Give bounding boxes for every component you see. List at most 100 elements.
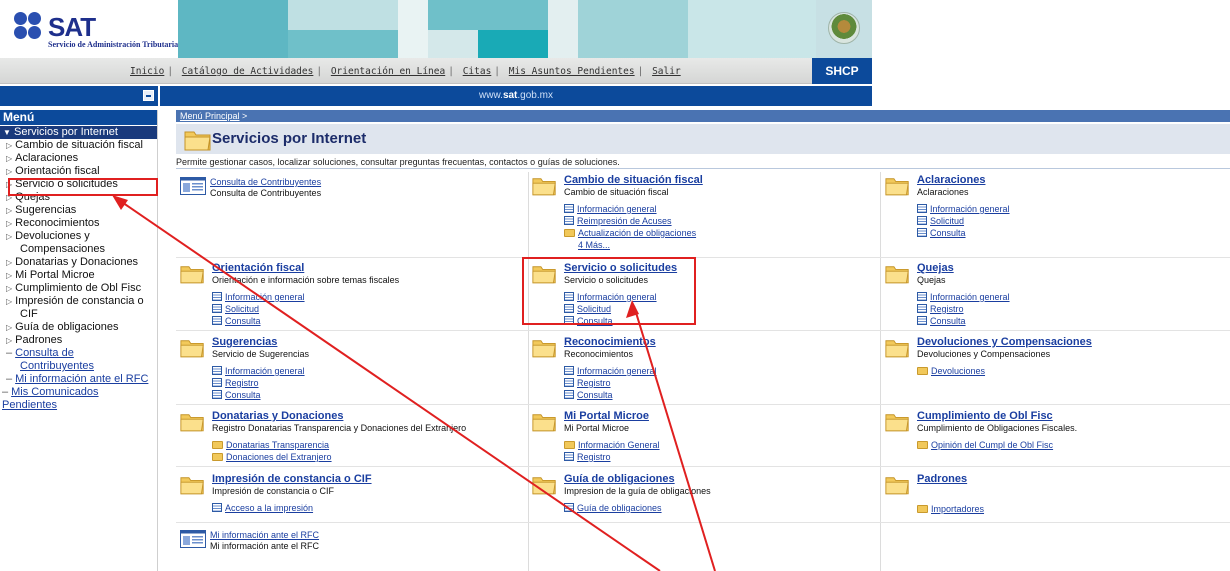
breadcrumb-menu-principal[interactable]: Menú Principal (180, 111, 240, 121)
nav-orientacion[interactable]: Orientación en Línea (331, 66, 445, 77)
sidebar-item-aclaraciones[interactable]: ▷ Aclaraciones (0, 152, 157, 165)
sidebar-link-consulta[interactable]: – Consulta de Contribuyentes (0, 347, 157, 373)
service-link[interactable]: Registro (564, 451, 874, 463)
service-link[interactable]: Registro (212, 377, 522, 389)
service-link[interactable]: Registro (917, 303, 1227, 315)
sidebar-item-orientacion[interactable]: ▷ Orientación fiscal (0, 165, 157, 178)
service-link[interactable]: Consulta (212, 389, 522, 401)
service-title-link[interactable]: Aclaraciones (917, 174, 1227, 186)
sidebar-item-microe[interactable]: ▷ Mi Portal Microe (0, 269, 157, 282)
service-link-label[interactable]: Solicitud (225, 304, 259, 314)
service-link-label[interactable]: Guía de obligaciones (577, 503, 662, 513)
service-title-link[interactable]: Impresión de constancia o CIF (212, 473, 522, 485)
sidebar-item-cambio[interactable]: ▷ Cambio de situación fiscal (0, 139, 157, 152)
service-title-link[interactable]: Sugerencias (212, 336, 522, 348)
service-link-label[interactable]: Información general (225, 366, 305, 376)
service-link[interactable]: Consulta (212, 315, 522, 327)
service-link-label[interactable]: Registro (930, 304, 964, 314)
service-link-label[interactable]: Importadores (931, 504, 984, 514)
service-title-link[interactable]: Cambio de situación fiscal (564, 174, 874, 186)
service-link[interactable]: Información General (564, 439, 874, 451)
service-link-label[interactable]: Información General (578, 440, 660, 450)
service-title-link[interactable]: Mi Portal Microe (564, 410, 874, 422)
service-link-label[interactable]: Solicitud (930, 216, 964, 226)
sidebar-item-padrones[interactable]: ▷ Padrones (0, 334, 157, 347)
sidebar-item-impresion[interactable]: ▷ Impresión de constancia o CIF (0, 295, 157, 321)
sidebar-item-sugerencias[interactable]: ▷ Sugerencias (0, 204, 157, 217)
service-link-label[interactable]: Donatarias Transparencia (226, 440, 329, 450)
service-title-link[interactable]: Donatarias y Donaciones (212, 410, 522, 422)
folder-icon (917, 441, 928, 449)
service-link-label[interactable]: Consulta (577, 390, 613, 400)
service-link[interactable]: Información general (917, 291, 1227, 303)
nav-catalogo[interactable]: Catálogo de Actividades (182, 66, 314, 77)
service-description: Mi Portal Microe (564, 423, 630, 433)
service-link[interactable]: Consulta (917, 315, 1227, 327)
more-link[interactable]: 4 Más... (564, 239, 874, 251)
service-link-label[interactable]: Registro (577, 452, 611, 462)
service-link-label[interactable]: Devoluciones (931, 366, 985, 376)
service-link-label[interactable]: Opinión del Cumpl de Obl Fisc (931, 440, 1053, 450)
service-link[interactable]: Donaciones del Extranjero (212, 451, 522, 463)
service-title-link[interactable]: Consulta de Contribuyentes (210, 177, 520, 187)
sidebar-link-comunicados[interactable]: – Mis Comunicados Pendientes (0, 386, 157, 412)
service-link[interactable]: Acceso a la impresión (212, 502, 522, 514)
shcp-badge[interactable]: SHCP (812, 58, 872, 84)
service-title-link[interactable]: Orientación fiscal (212, 262, 522, 274)
service-link-label[interactable]: Información general (930, 292, 1010, 302)
service-link[interactable]: Opinión del Cumpl de Obl Fisc (917, 439, 1227, 451)
service-link[interactable]: Consulta (917, 227, 1227, 239)
service-title-link[interactable]: Quejas (917, 262, 1227, 274)
sidebar-item-reconocimientos[interactable]: ▷ Reconocimientos (0, 217, 157, 230)
service-link-label[interactable]: Consulta (930, 228, 966, 238)
sidebar-item-devoluciones[interactable]: ▷ Devoluciones y Compensaciones (0, 230, 157, 256)
service-link-label[interactable]: Actualización de obligaciones (578, 228, 696, 238)
collapse-icon[interactable] (143, 90, 154, 101)
service-link-label[interactable]: Consulta (225, 316, 261, 326)
service-link[interactable]: Solicitud (212, 303, 522, 315)
service-link[interactable]: Información general (212, 291, 522, 303)
service-link[interactable]: Donatarias Transparencia (212, 439, 522, 451)
service-link-label[interactable]: Consulta (225, 390, 261, 400)
service-link[interactable]: Información general (564, 365, 874, 377)
service-title-link[interactable]: Mi información ante el RFC (210, 530, 520, 540)
service-link[interactable]: Solicitud (917, 215, 1227, 227)
service-title-link[interactable]: Devoluciones y Compensaciones (917, 336, 1227, 348)
service-title-link[interactable]: Reconocimientos (564, 336, 874, 348)
service-link[interactable]: Registro (564, 377, 874, 389)
service-link[interactable]: Información general (917, 203, 1227, 215)
nav-citas[interactable]: Citas (463, 66, 492, 77)
service-link[interactable]: Actualización de obligaciones (564, 227, 874, 239)
more-link-label[interactable]: 4 Más... (578, 240, 610, 250)
service-title-link[interactable]: Cumplimiento de Obl Fisc (917, 410, 1227, 422)
document-icon (212, 378, 222, 387)
service-link[interactable]: Información general (564, 203, 874, 215)
service-link-label[interactable]: Información general (577, 366, 657, 376)
service-link-label[interactable]: Información general (225, 292, 305, 302)
nav-salir[interactable]: Salir (652, 66, 681, 77)
service-link[interactable]: Importadores (917, 503, 1227, 515)
sidebar-item-cumplimiento[interactable]: ▷ Cumplimiento de Obl Fisc (0, 282, 157, 295)
service-title-link[interactable]: Padrones (917, 473, 1227, 485)
service-title-link[interactable]: Guía de obligaciones (564, 473, 874, 485)
service-link-label[interactable]: Información general (930, 204, 1010, 214)
service-link-label[interactable]: Registro (577, 378, 611, 388)
sidebar-item-donatarias[interactable]: ▷ Donatarias y Donaciones (0, 256, 157, 269)
sat-logo[interactable]: SAT Servicio de Administración Tributari… (8, 8, 178, 58)
service-link[interactable]: Reimpresión de Acuses (564, 215, 874, 227)
service-link[interactable]: Consulta (564, 389, 874, 401)
sidebar-section-servicios[interactable]: ▼ Servicios por Internet (0, 126, 157, 139)
service-link[interactable]: Devoluciones (917, 365, 1227, 377)
sidebar-link-mi-informacion[interactable]: – Mi información ante el RFC (0, 373, 157, 386)
service-link-label[interactable]: Reimpresión de Acuses (577, 216, 672, 226)
service-link-label[interactable]: Acceso a la impresión (225, 503, 313, 513)
sidebar-item-guia[interactable]: ▷ Guía de obligaciones (0, 321, 157, 334)
service-link-label[interactable]: Registro (225, 378, 259, 388)
nav-asuntos[interactable]: Mis Asuntos Pendientes (509, 66, 635, 77)
service-link-label[interactable]: Información general (577, 204, 657, 214)
service-link[interactable]: Guía de obligaciones (564, 502, 874, 514)
service-link-label[interactable]: Consulta (930, 316, 966, 326)
nav-inicio[interactable]: Inicio (130, 66, 164, 77)
service-link[interactable]: Información general (212, 365, 522, 377)
service-link-label[interactable]: Donaciones del Extranjero (226, 452, 332, 462)
